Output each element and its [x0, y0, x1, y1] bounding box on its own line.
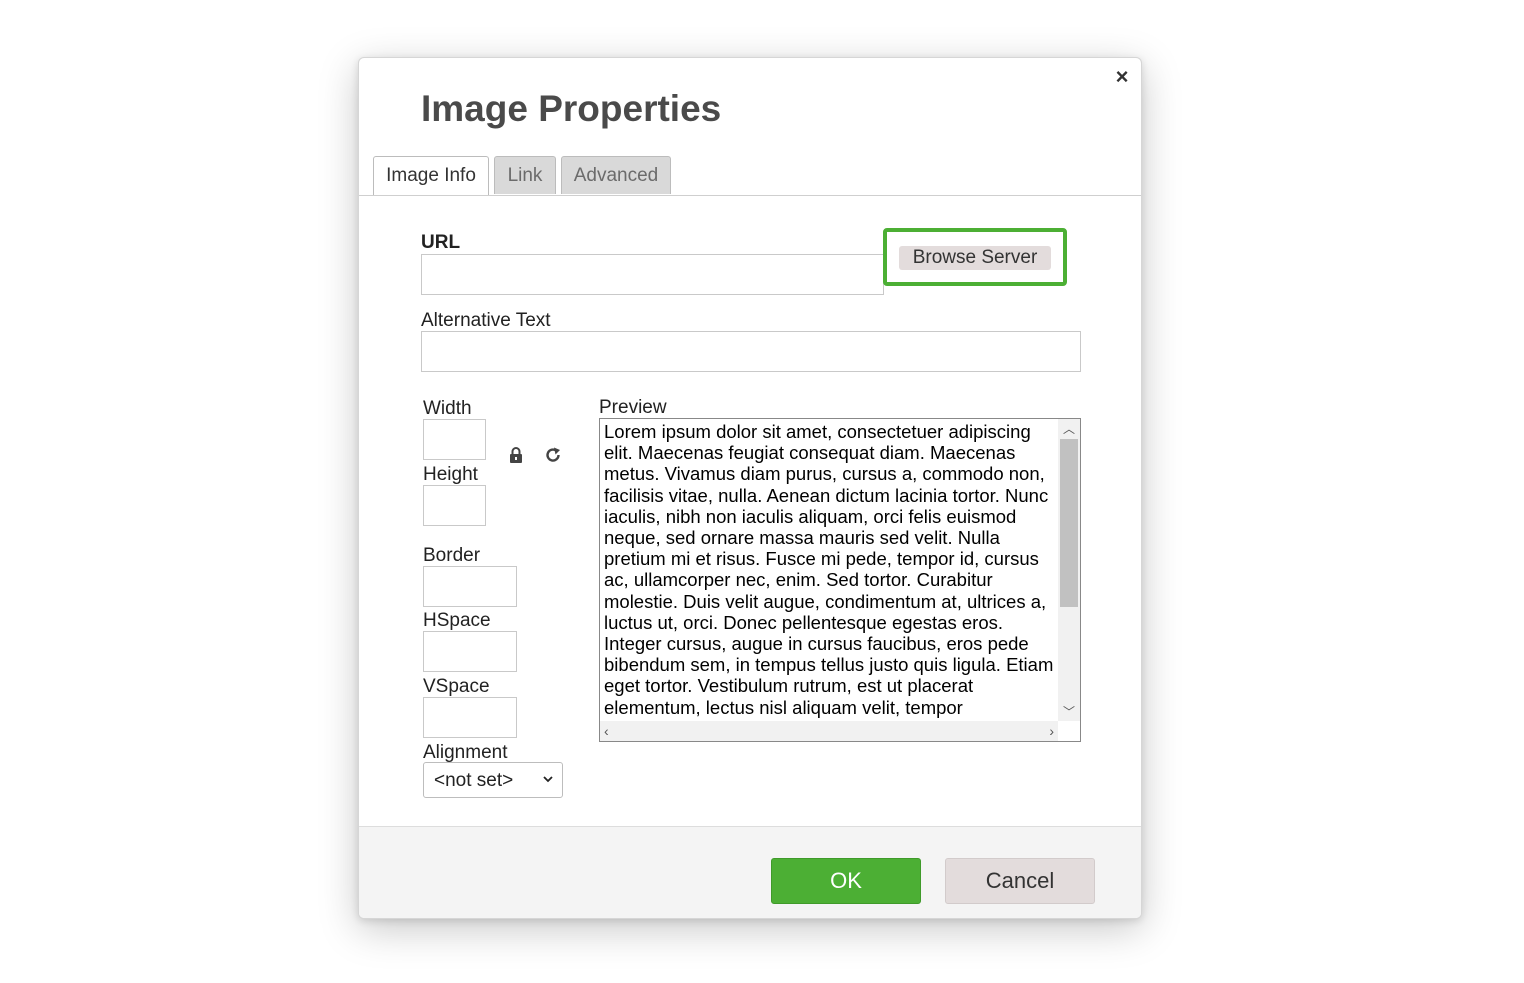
tab-advanced[interactable]: Advanced	[561, 156, 671, 194]
reset-size-icon[interactable]	[544, 446, 562, 464]
browse-server-highlight: Browse Server	[883, 228, 1067, 286]
scroll-thumb[interactable]	[1060, 439, 1078, 607]
dialog-footer: OK Cancel	[359, 826, 1141, 918]
browse-server-button[interactable]: Browse Server	[899, 246, 1051, 270]
scroll-down-icon[interactable]: ﹀	[1063, 703, 1075, 720]
alt-text-label: Alternative Text	[421, 310, 551, 331]
alignment-value: <not set>	[434, 770, 514, 791]
url-label: URL	[421, 232, 461, 253]
lock-icon[interactable]	[509, 446, 523, 464]
alignment-select[interactable]: <not set>	[423, 762, 563, 798]
scroll-right-icon[interactable]: ›	[1049, 723, 1054, 739]
preview-vertical-scrollbar[interactable]: ︿ ﹀	[1058, 419, 1080, 721]
preview-box[interactable]: Lorem ipsum dolor sit amet, consectetuer…	[599, 418, 1081, 742]
border-input[interactable]	[423, 566, 517, 607]
width-input[interactable]	[423, 419, 486, 460]
preview-horizontal-scrollbar[interactable]: ‹ ›	[600, 721, 1058, 741]
scroll-left-icon[interactable]: ‹	[604, 723, 609, 739]
alignment-label: Alignment	[423, 742, 508, 763]
scroll-up-icon[interactable]: ︿	[1063, 420, 1075, 437]
tab-divider	[359, 195, 1141, 196]
vspace-input[interactable]	[423, 697, 517, 738]
cancel-button[interactable]: Cancel	[945, 858, 1095, 904]
height-label: Height	[423, 464, 478, 485]
width-label: Width	[423, 398, 472, 419]
hspace-input[interactable]	[423, 631, 517, 672]
chevron-down-icon	[543, 776, 553, 783]
dialog-title: Image Properties	[421, 88, 722, 129]
tab-image-info[interactable]: Image Info	[373, 156, 489, 196]
close-icon[interactable]: ×	[1111, 66, 1133, 88]
preview-label: Preview	[599, 397, 667, 418]
ok-button[interactable]: OK	[771, 858, 921, 904]
border-label: Border	[423, 545, 481, 566]
url-input[interactable]	[421, 254, 884, 295]
preview-text: Lorem ipsum dolor sit amet, consectetuer…	[604, 421, 1054, 718]
vspace-label: VSpace	[423, 676, 490, 697]
alt-text-input[interactable]	[421, 331, 1081, 372]
image-properties-dialog: × Image Properties Image Info Link Advan…	[358, 57, 1142, 919]
hspace-label: HSpace	[423, 610, 491, 631]
tab-link[interactable]: Link	[494, 156, 556, 194]
height-input[interactable]	[423, 485, 486, 526]
